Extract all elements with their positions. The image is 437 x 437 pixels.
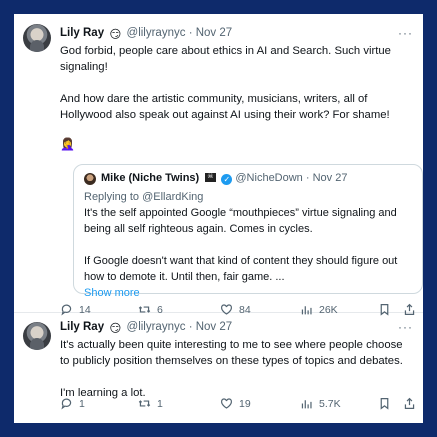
quoted-tweet-date[interactable]: Nov 27 bbox=[313, 172, 348, 184]
tweet-paragraph: And how dare the artistic community, mus… bbox=[60, 93, 390, 121]
quoted-author-handle[interactable]: @NicheDown bbox=[235, 172, 302, 184]
tweet[interactable]: Lily Ray 😏 @lilyraynyc · Nov 27 ··· It's… bbox=[14, 313, 423, 423]
reply-icon bbox=[61, 398, 72, 410]
views-button[interactable]: 5.7K bbox=[300, 397, 341, 410]
replying-to-link[interactable]: @EllardKing bbox=[142, 191, 203, 203]
share-button[interactable] bbox=[403, 397, 416, 410]
screenshot-frame: Lily Ray 😏 @lilyraynyc · Nov 27 ··· God … bbox=[14, 14, 423, 423]
retweet-button[interactable]: 1 bbox=[138, 397, 163, 410]
bookmark-icon bbox=[380, 398, 389, 410]
pirate-flag-icon bbox=[205, 172, 217, 182]
tweet-header: Lily Ray 😏 @lilyraynyc · Nov 27 bbox=[60, 321, 232, 335]
quoted-tweet[interactable]: Mike (Niche Twins) ✓ @NicheDown · Nov 27… bbox=[73, 164, 423, 299]
bookmark-button[interactable] bbox=[378, 397, 391, 410]
smirk-emoji-icon: 😏 bbox=[109, 323, 122, 335]
views-count: 5.7K bbox=[319, 397, 341, 410]
author-handle[interactable]: @lilyraynyc bbox=[127, 27, 186, 39]
more-options-icon[interactable]: ··· bbox=[398, 26, 413, 40]
replying-to: Replying to @EllardKing bbox=[84, 191, 203, 203]
separator-dot: · bbox=[305, 172, 310, 184]
show-more-link[interactable]: Show more bbox=[84, 287, 140, 299]
tweet-header: Lily Ray 😏 @lilyraynyc · Nov 27 bbox=[60, 27, 232, 41]
author-name[interactable]: Lily Ray bbox=[60, 27, 104, 39]
quoted-tweet-text: It's the self appointed Google “mouthpie… bbox=[84, 205, 419, 301]
separator-dot: · bbox=[188, 27, 193, 39]
separator-dot: · bbox=[188, 321, 193, 333]
quoted-paragraph: It's the self appointed Google “mouthpie… bbox=[84, 207, 397, 235]
smirk-emoji-icon: 😏 bbox=[109, 29, 122, 41]
author-name[interactable]: Lily Ray bbox=[60, 321, 104, 333]
tweet-date[interactable]: Nov 27 bbox=[196, 321, 232, 333]
more-options-icon[interactable]: ··· bbox=[398, 320, 413, 334]
tweet-text: God forbid, people care about ethics in … bbox=[60, 43, 412, 123]
replying-prefix: Replying to bbox=[84, 191, 143, 203]
tweet-paragraph: God forbid, people care about ethics in … bbox=[60, 45, 391, 73]
avatar[interactable] bbox=[23, 322, 51, 350]
reply-button[interactable]: 1 bbox=[60, 397, 85, 410]
retweet-icon bbox=[138, 400, 151, 407]
tweet-actions: 1 1 19 5.7K bbox=[60, 397, 420, 415]
share-icon bbox=[404, 397, 415, 409]
like-count: 19 bbox=[239, 397, 251, 410]
author-handle[interactable]: @lilyraynyc bbox=[127, 321, 186, 333]
facepalm-emoji-icon: 🤦‍♀️ bbox=[60, 137, 75, 151]
quoted-author-name[interactable]: Mike (Niche Twins) bbox=[101, 172, 199, 184]
verified-badge-icon: ✓ bbox=[221, 174, 233, 185]
heart-icon bbox=[221, 398, 232, 409]
tweet-text: It's actually been quite interesting to … bbox=[60, 337, 412, 401]
quoted-paragraph: If Google doesn't want that kind of cont… bbox=[84, 255, 398, 283]
tweet-paragraph: It's actually been quite interesting to … bbox=[60, 339, 403, 367]
avatar[interactable] bbox=[84, 173, 96, 185]
retweet-count: 1 bbox=[157, 397, 163, 410]
bar-chart-icon bbox=[301, 400, 312, 409]
avatar[interactable] bbox=[23, 24, 51, 52]
like-button[interactable]: 19 bbox=[220, 397, 251, 410]
tweet[interactable]: Lily Ray 😏 @lilyraynyc · Nov 27 ··· God … bbox=[14, 14, 423, 316]
quoted-tweet-header: Mike (Niche Twins) ✓ @NicheDown · Nov 27 bbox=[101, 172, 347, 185]
reply-count: 1 bbox=[79, 397, 85, 410]
tweet-date[interactable]: Nov 27 bbox=[196, 27, 232, 39]
